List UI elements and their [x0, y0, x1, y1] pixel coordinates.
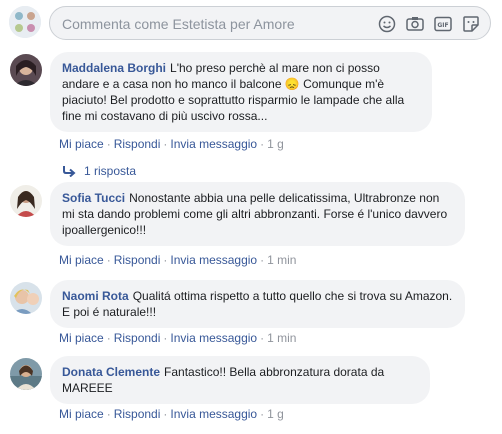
send-message-button[interactable]: Invia messaggio — [170, 137, 257, 151]
comment-bubble: Sofia Tucci Nonostante abbia una pelle de… — [50, 182, 465, 246]
avatar[interactable] — [10, 54, 42, 86]
comment-input[interactable] — [62, 16, 362, 32]
comment-actions: Mi piace · Rispondi · Invia messaggio · 1 min — [59, 253, 297, 267]
avatar[interactable] — [10, 358, 42, 390]
reply-button[interactable]: Rispondi — [114, 331, 161, 345]
view-replies-link[interactable]: 1 risposta — [62, 164, 136, 178]
comment-input-box[interactable]: GIF — [49, 6, 491, 40]
gif-icon[interactable]: GIF — [432, 14, 454, 34]
like-button[interactable]: Mi piace — [59, 137, 104, 151]
comment-time[interactable]: 1 min — [267, 331, 296, 345]
comment-time[interactable]: 1 g — [267, 407, 284, 421]
reply-button[interactable]: Rispondi — [114, 137, 161, 151]
comment-actions: Mi piace · Rispondi · Invia messaggio · 1 g — [59, 137, 284, 151]
composer-icons: GIF — [376, 14, 482, 34]
comment-time[interactable]: 1 min — [267, 253, 296, 267]
comment-author[interactable]: Donata Clemente — [62, 365, 160, 379]
camera-icon[interactable] — [404, 14, 426, 34]
comment-author[interactable]: Maddalena Borghi — [62, 61, 166, 75]
like-button[interactable]: Mi piace — [59, 253, 104, 267]
comment-actions: Mi piace · Rispondi · Invia messaggio · 1 g — [59, 407, 284, 421]
reply-button[interactable]: Rispondi — [114, 407, 161, 421]
comment-author[interactable]: Naomi Rota — [62, 289, 129, 303]
reply-arrow-icon — [62, 165, 76, 177]
send-message-button[interactable]: Invia messaggio — [170, 407, 257, 421]
sticker-icon[interactable] — [460, 14, 482, 34]
svg-text:GIF: GIF — [437, 22, 448, 29]
avatar[interactable] — [10, 185, 42, 217]
reply-button[interactable]: Rispondi — [114, 253, 161, 267]
comment-author[interactable]: Sofia Tucci — [62, 191, 125, 205]
replies-count: 1 risposta — [84, 164, 137, 178]
comment-bubble: Naomi Rota Qualitá ottima rispetto a tutt… — [50, 280, 465, 328]
comment-actions: Mi piace · Rispondi · Invia messaggio · 1 min — [59, 331, 297, 345]
like-button[interactable]: Mi piace — [59, 331, 104, 345]
comment-time[interactable]: 1 g — [267, 137, 284, 151]
page-avatar — [9, 6, 41, 38]
like-button[interactable]: Mi piace — [59, 407, 104, 421]
comment-composer: GIF — [0, 0, 502, 46]
avatar[interactable] — [10, 282, 42, 314]
send-message-button[interactable]: Invia messaggio — [170, 253, 257, 267]
comment-bubble: Maddalena Borghi L'ho preso perchè al mar… — [50, 52, 432, 132]
comment-bubble: Donata Clemente Fantastico!! Bella abbron… — [50, 356, 430, 404]
send-message-button[interactable]: Invia messaggio — [170, 331, 257, 345]
emoji-icon[interactable] — [376, 14, 398, 34]
